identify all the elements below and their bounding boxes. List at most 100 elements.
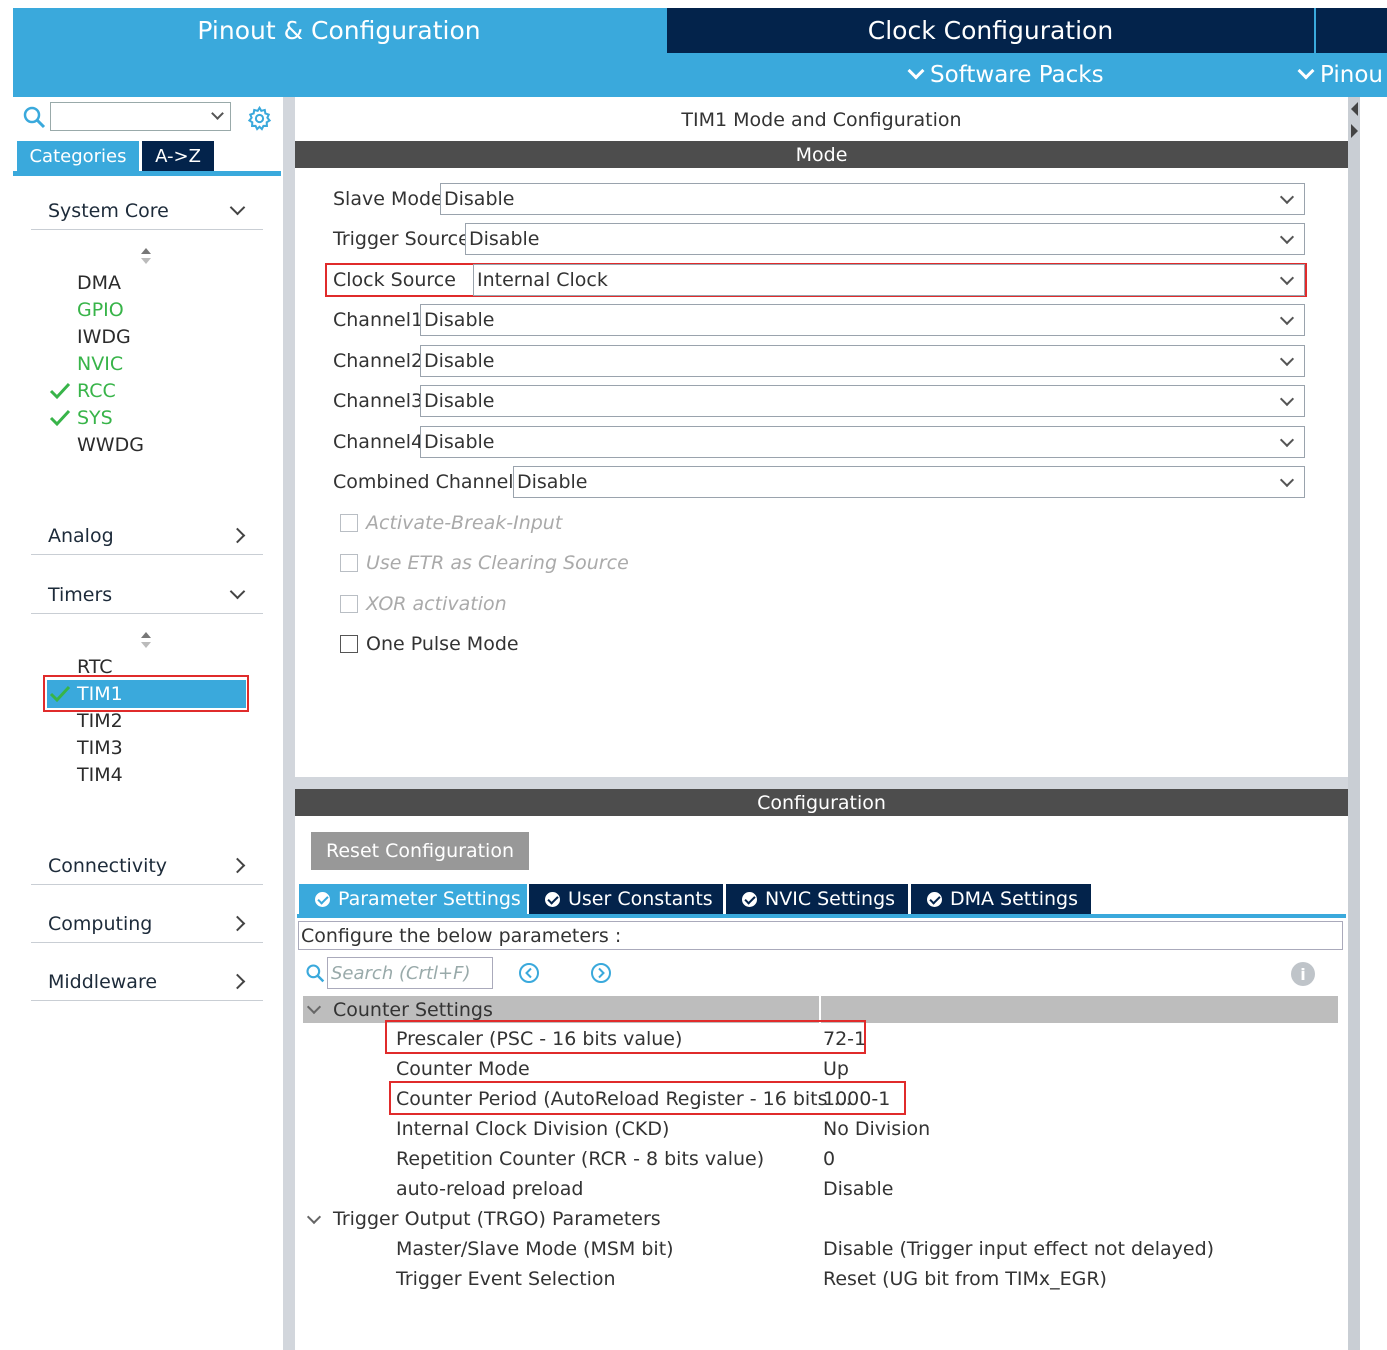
group-analog[interactable]: Analog <box>31 517 263 555</box>
menu-pinout-label: Pinou <box>1320 62 1383 88</box>
chevron-down-icon <box>1279 310 1295 326</box>
param-counter-period-value[interactable]: 1000-1 <box>823 1084 890 1114</box>
param-prescaler-label[interactable]: Prescaler (PSC - 16 bits value) <box>396 1024 682 1054</box>
channel3-select[interactable]: Disable <box>420 385 1305 417</box>
chevron-down-icon <box>1279 391 1295 407</box>
param-clock-division-value[interactable]: No Division <box>823 1114 930 1144</box>
tab-clock-configuration[interactable]: Clock Configuration <box>667 8 1314 53</box>
tab-a-to-z[interactable]: A->Z <box>142 141 214 171</box>
channel4-label: Channel4 <box>333 431 424 453</box>
item-sys[interactable]: SYS <box>77 404 113 431</box>
tab-label: User Constants <box>568 888 713 910</box>
group-middleware[interactable]: Middleware <box>31 963 263 1001</box>
item-tim3[interactable]: TIM3 <box>77 734 123 761</box>
combined-channels-select[interactable]: Disable <box>513 466 1305 498</box>
one-pulse-mode-checkbox[interactable] <box>340 635 358 653</box>
collapse-arrow-icon[interactable] <box>1349 100 1359 145</box>
item-dma[interactable]: DMA <box>77 269 121 296</box>
group-label: System Core <box>48 199 169 222</box>
tab-underline <box>13 171 281 176</box>
channel1-label: Channel1 <box>333 309 424 331</box>
channel4-select[interactable]: Disable <box>420 426 1305 458</box>
parameter-search-input[interactable]: Search (Crtl+F) <box>327 957 493 989</box>
item-wwdg[interactable]: WWDG <box>77 431 144 458</box>
item-tim4[interactable]: TIM4 <box>77 761 123 788</box>
param-counter-mode-value[interactable]: Up <box>823 1054 849 1084</box>
tab-pinout-configuration[interactable]: Pinout & Configuration <box>13 8 665 53</box>
group-label: Timers <box>48 583 113 606</box>
chevron-down-icon <box>907 62 925 80</box>
param-repetition-counter-value[interactable]: 0 <box>823 1144 835 1174</box>
panel-scrollbar[interactable] <box>1348 97 1360 1350</box>
sort-icon[interactable] <box>139 631 153 649</box>
tab-nvic-settings[interactable]: NVIC Settings <box>726 884 908 914</box>
menu-pinout[interactable]: Pinou <box>1297 53 1383 97</box>
item-rcc[interactable]: RCC <box>77 377 116 404</box>
xor-activation-label: XOR activation <box>366 593 507 615</box>
menu-software-packs[interactable]: Software Packs <box>907 53 1104 97</box>
param-repetition-counter-label[interactable]: Repetition Counter (RCR - 8 bits value) <box>396 1144 764 1174</box>
chevron-down-icon <box>229 583 246 600</box>
item-tim2[interactable]: TIM2 <box>77 707 123 734</box>
chevron-down-icon <box>211 107 224 120</box>
channel1-select[interactable]: Disable <box>420 304 1305 336</box>
trigger-source-select[interactable]: Disable <box>465 223 1305 255</box>
channel2-select[interactable]: Disable <box>420 345 1305 377</box>
gear-icon[interactable] <box>246 105 273 132</box>
clock-source-select[interactable]: Internal Clock <box>473 264 1305 296</box>
tab-dma-settings[interactable]: DMA Settings <box>911 884 1091 914</box>
search-icon[interactable] <box>22 105 46 129</box>
chevron-down-icon <box>1279 432 1295 448</box>
check-circle-icon <box>545 891 560 907</box>
param-msm-label[interactable]: Master/Slave Mode (MSM bit) <box>396 1234 674 1264</box>
param-trigger-event-label[interactable]: Trigger Event Selection <box>396 1264 616 1294</box>
clock-source-label: Clock Source <box>333 269 456 291</box>
param-msm-value[interactable]: Disable (Trigger input effect not delaye… <box>823 1234 1214 1264</box>
reset-configuration-button[interactable]: Reset Configuration <box>311 832 529 870</box>
check-icon <box>49 685 71 703</box>
info-icon[interactable]: i <box>1291 962 1315 986</box>
sort-icon[interactable] <box>139 247 153 265</box>
group-computing[interactable]: Computing <box>31 905 263 943</box>
configuration-description: Configure the below parameters : <box>298 921 1343 950</box>
xor-activation-checkbox[interactable] <box>340 595 358 613</box>
item-tim1[interactable]: TIM1 <box>77 680 123 707</box>
trgo-parameters-group[interactable]: Trigger Output (TRGO) Parameters <box>333 1204 661 1234</box>
chevron-right-icon <box>229 527 246 544</box>
item-gpio[interactable]: GPIO <box>77 296 124 323</box>
use-etr-checkbox[interactable] <box>340 554 358 572</box>
check-circle-icon <box>742 891 757 907</box>
slave-mode-select[interactable]: Disable <box>440 183 1305 215</box>
group-system-core[interactable]: System Core <box>31 192 263 230</box>
tab-parameter-settings[interactable]: Parameter Settings <box>299 884 527 914</box>
param-auto-reload-label[interactable]: auto-reload preload <box>396 1174 583 1204</box>
highlight-box <box>43 675 249 712</box>
param-counter-mode-label[interactable]: Counter Mode <box>396 1054 530 1084</box>
activate-break-input-checkbox[interactable] <box>340 514 358 532</box>
item-nvic[interactable]: NVIC <box>77 350 123 377</box>
param-clock-division-label[interactable]: Internal Clock Division (CKD) <box>396 1114 669 1144</box>
sidebar <box>13 97 283 1350</box>
previous-icon[interactable] <box>518 962 540 984</box>
tab-user-constants[interactable]: User Constants <box>529 884 723 914</box>
category-search-combo[interactable] <box>50 102 231 131</box>
chevron-down-icon <box>229 199 246 216</box>
param-auto-reload-value[interactable]: Disable <box>823 1174 893 1204</box>
param-counter-period-label[interactable]: Counter Period (AutoReload Register - 16… <box>396 1084 852 1114</box>
channel2-value: Disable <box>424 350 495 372</box>
tab-categories[interactable]: Categories <box>17 141 139 171</box>
group-timers[interactable]: Timers <box>31 576 263 614</box>
sidebar-splitter[interactable] <box>283 97 295 1350</box>
search-icon <box>306 964 325 983</box>
check-icon <box>49 382 71 400</box>
panel-splitter[interactable] <box>295 777 1348 789</box>
group-connectivity[interactable]: Connectivity <box>31 847 263 885</box>
panel-title: TIM1 Mode and Configuration <box>681 109 962 131</box>
param-prescaler-value[interactable]: 72-1 <box>823 1024 866 1054</box>
menu-bar <box>13 53 1387 97</box>
item-iwdg[interactable]: IWDG <box>77 323 131 350</box>
tab-next[interactable] <box>1316 8 1387 53</box>
next-icon[interactable] <box>590 962 612 984</box>
chevron-right-icon <box>229 973 246 990</box>
param-trigger-event-value[interactable]: Reset (UG bit from TIMx_EGR) <box>823 1264 1107 1294</box>
